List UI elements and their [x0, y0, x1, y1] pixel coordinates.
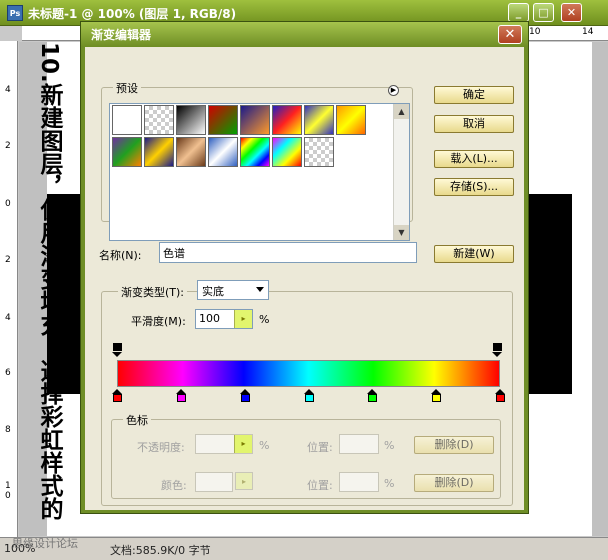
opacity-stop-left[interactable] — [112, 343, 123, 357]
chevron-down-icon — [256, 287, 264, 292]
smoothness-value: 100 — [199, 312, 220, 325]
presets-scrollbar[interactable]: ▲ ▼ — [393, 104, 409, 240]
position-input-color[interactable] — [339, 472, 379, 492]
delete-color-stop-button[interactable]: 删除(D) — [414, 474, 494, 492]
smoothness-unit: % — [259, 313, 270, 326]
position-input-opacity[interactable] — [339, 434, 379, 454]
position-unit-opacity: % — [384, 439, 395, 452]
preset-swatch[interactable] — [240, 105, 270, 135]
cancel-button[interactable]: 取消 — [434, 115, 514, 133]
color-stop-marker[interactable] — [367, 389, 378, 403]
color-label: 颜色: — [161, 479, 187, 492]
color-stop-marker[interactable] — [175, 389, 187, 403]
preset-swatch[interactable] — [208, 105, 238, 135]
scroll-up-icon[interactable]: ▲ — [394, 104, 409, 119]
dialog-close-icon[interactable]: ✕ — [498, 25, 522, 44]
ruler-left-label: 2 — [5, 141, 11, 151]
color-picker-arrow-icon[interactable]: ▸ — [235, 472, 253, 490]
color-stop-marker[interactable] — [303, 389, 315, 403]
color-stops-label: 色标 — [123, 412, 151, 428]
ruler-left-label: 4 — [5, 85, 11, 95]
color-stop-marker[interactable] — [495, 389, 506, 403]
opacity-stepper-icon[interactable]: ▸ — [234, 435, 252, 453]
preset-swatch[interactable] — [304, 137, 334, 167]
color-swatch-input[interactable] — [195, 472, 233, 492]
dialog-title: 渐变编辑器 — [91, 28, 152, 42]
opacity-label: 不透明度: — [137, 441, 185, 454]
new-button[interactable]: 新建(W) — [434, 245, 514, 263]
smoothness-stepper-icon[interactable]: ▸ — [234, 310, 252, 328]
gradient-preview-bar[interactable] — [117, 360, 500, 387]
color-stop-marker[interactable] — [431, 389, 442, 403]
ruler-top-label: 10 — [529, 27, 541, 37]
preset-swatch[interactable] — [112, 105, 142, 135]
status-bar: 100% 文档:585.9K/0 字节 思缘设计论坛 — [0, 537, 608, 560]
position-label-color: 位置: — [307, 479, 333, 492]
name-input[interactable]: 色谱 — [159, 242, 417, 263]
ok-button[interactable]: 确定 — [434, 86, 514, 104]
save-button[interactable]: 存储(S)... — [434, 178, 514, 196]
maximize-icon[interactable]: □ — [533, 3, 554, 22]
color-stop-marker[interactable] — [112, 389, 123, 403]
dialog-body: 预设 ▶ ▲ ▼ 确定 取消 载入(L)... 存储(S)... 名称(N): … — [85, 47, 524, 510]
ruler-left-label: 8 — [5, 425, 11, 435]
ruler-left-label: 2 — [5, 255, 11, 265]
ruler-left-label: 0 — [5, 199, 11, 209]
delete-opacity-stop-button[interactable]: 删除(D) — [414, 436, 494, 454]
presets-list[interactable]: ▲ ▼ — [109, 103, 410, 241]
minimize-icon[interactable]: _ — [508, 3, 529, 22]
preset-swatch[interactable] — [144, 137, 174, 167]
close-icon[interactable]: ✕ — [561, 3, 582, 22]
photoshop-logo-icon: Ps — [7, 5, 23, 21]
ruler-left-label: 6 — [5, 368, 11, 378]
opacity-input[interactable]: ▸ — [195, 434, 253, 454]
watermark: 思缘设计论坛 — [12, 537, 78, 550]
preset-swatch[interactable] — [144, 105, 174, 135]
ruler-vertical: 4 2 0 2 4 6 8 1 0 — [0, 41, 18, 537]
presets-label: 预设 — [113, 80, 141, 96]
position-label-opacity: 位置: — [307, 441, 333, 454]
gradient-type-select[interactable]: 实底 — [197, 280, 269, 300]
document-title: 未标题-1 @ 100% (图层 1, RGB/8) — [28, 7, 237, 21]
scroll-down-icon[interactable]: ▼ — [394, 225, 409, 240]
color-stop-marker[interactable] — [239, 389, 251, 403]
gradient-type-label: 渐变类型(T): — [118, 284, 188, 300]
position-unit-color: % — [384, 477, 395, 490]
preset-swatch[interactable] — [336, 105, 366, 135]
ruler-left-label: 4 — [5, 313, 11, 323]
preset-swatch[interactable] — [176, 137, 206, 167]
load-button[interactable]: 载入(L)... — [434, 150, 514, 168]
preset-swatch[interactable] — [208, 137, 238, 167]
preset-swatch[interactable] — [240, 137, 270, 167]
ruler-top-label: 14 — [582, 27, 594, 37]
gradient-type-value: 实底 — [202, 285, 224, 298]
preset-swatch[interactable] — [272, 137, 302, 167]
instruction-text: 10.新建图层，使用渐变填充，选择彩虹样式的 — [36, 42, 62, 520]
smoothness-label: 平滑度(M): — [131, 315, 186, 328]
preset-swatch[interactable] — [304, 105, 334, 135]
opacity-stop-right[interactable] — [492, 343, 503, 357]
document-size: 文档:585.9K/0 字节 — [110, 544, 211, 557]
presets-menu-icon[interactable]: ▶ — [388, 85, 399, 96]
preset-swatch[interactable] — [176, 105, 206, 135]
ruler-left-label: 1 0 — [5, 481, 11, 501]
dialog-titlebar[interactable]: 渐变编辑器 ✕ — [81, 22, 528, 47]
opacity-unit: % — [259, 439, 270, 452]
name-label: 名称(N): — [99, 249, 142, 262]
smoothness-input[interactable]: 100 ▸ — [195, 309, 253, 329]
gradient-editor-dialog: 渐变编辑器 ✕ 预设 ▶ ▲ ▼ 确定 取消 载入(L)... 存储(S)...… — [80, 21, 529, 514]
preset-swatch[interactable] — [112, 137, 142, 167]
preset-swatch[interactable] — [272, 105, 302, 135]
